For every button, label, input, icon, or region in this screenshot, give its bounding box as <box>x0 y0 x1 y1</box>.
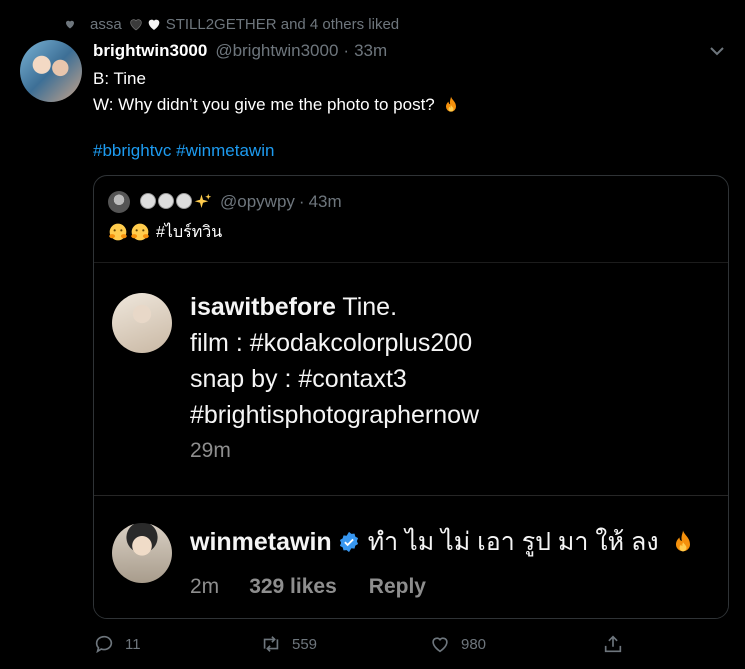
retweet-icon <box>263 636 279 652</box>
like-count: 980 <box>461 635 487 653</box>
ig-comment-likes: 329 likes <box>249 575 337 598</box>
author-avatar[interactable] <box>20 40 82 102</box>
ig-divider <box>94 495 728 496</box>
like-button[interactable]: 980 <box>429 632 486 656</box>
ig-comment-user: winmetawin <box>190 527 332 556</box>
ig-caption-time: 29m <box>190 439 231 462</box>
quoted-tweet-header: @opywpy · 43m <box>108 190 342 214</box>
ig-comment: winmetawin ทำ ไม ไม่ เอา รูป มา ให้ ลง <box>190 525 697 559</box>
chevron-down-icon[interactable] <box>709 45 725 57</box>
heart-emojis <box>128 16 162 32</box>
heart-icon <box>66 20 74 29</box>
tweet-timestamp[interactable]: 33m <box>354 41 387 61</box>
share-icon <box>604 635 622 653</box>
ig-comment-text: ทำ ไม ไม่ เอา รูป มา ให้ ลง <box>367 528 659 556</box>
verified-badge-icon <box>339 531 358 553</box>
author-display-name[interactable]: brightwin3000 <box>93 41 207 61</box>
ig-caption-user: isawitbefore <box>190 293 336 321</box>
ig-caption: isawitbefore Tine. film : #kodakcolorplu… <box>190 289 479 433</box>
tweet-header: brightwin3000 @brightwin3000 · 33m <box>93 40 387 62</box>
sparkles-icon <box>194 193 212 208</box>
fire-icon <box>445 96 456 112</box>
reply-icon <box>95 635 113 654</box>
quoted-media-screenshot[interactable]: isawitbefore Tine. film : #kodakcolorplu… <box>94 262 728 618</box>
quoted-timestamp[interactable]: 43m <box>309 192 342 212</box>
retweet-count: 559 <box>292 635 318 653</box>
hashtag-link[interactable]: #bbrightvc <box>93 141 171 160</box>
comment-avatar <box>112 523 172 583</box>
quoted-hashtag[interactable]: #ไบร์ทวิน <box>156 220 222 245</box>
ig-caption-first: Tine. <box>342 293 398 321</box>
face-emoji-icon <box>176 193 192 209</box>
retweet-button[interactable]: 559 <box>260 632 317 656</box>
white-heart-icon <box>148 19 160 30</box>
ig-caption-line-3: snap by : #contaxt3 <box>190 365 407 393</box>
ig-caption-line-4: #brightisphotographernow <box>190 401 480 429</box>
reply-count: 11 <box>125 635 141 653</box>
reply-button[interactable]: 11 <box>93 632 141 656</box>
social-context[interactable]: assa STILL2GETHER and 4 others liked <box>64 14 399 34</box>
ig-comment-meta: 2m 329 likes Reply <box>190 573 426 601</box>
like-icon <box>432 637 448 653</box>
hugging-face-icon <box>131 223 149 241</box>
liker-name: assa <box>90 15 122 33</box>
quoted-separator: · <box>298 192 305 211</box>
caption-avatar <box>112 293 172 353</box>
share-button[interactable] <box>602 632 634 656</box>
fire-icon <box>675 530 690 552</box>
face-emoji-icon <box>158 193 174 209</box>
tweet-actions: 11 559 980 <box>93 632 733 656</box>
tweet-line-2: W: Why didn’t you give me the photo to p… <box>93 95 435 114</box>
hashtag-link[interactable]: #winmetawin <box>176 141 274 160</box>
face-emoji-icon <box>140 193 156 209</box>
header-separator: · <box>343 41 350 60</box>
social-context-text: STILL2GETHER and 4 others liked <box>165 15 400 33</box>
author-handle[interactable]: @brightwin3000 <box>215 41 338 61</box>
tweet-body: B: Tine W: Why didn’t you give me the ph… <box>93 66 461 118</box>
quoted-author-handle[interactable]: @opywpy <box>220 192 295 212</box>
ig-comment-reply: Reply <box>368 575 426 598</box>
quoted-tweet-text: #ไบร์ทวิน <box>108 220 222 244</box>
tweet-line-2-row: W: Why didn’t you give me the photo to p… <box>93 92 461 118</box>
ig-comment-time: 2m <box>190 575 220 598</box>
quoted-tweet[interactable]: @opywpy · 43m #ไบร์ทวิน isawitbefore Tin… <box>93 175 729 619</box>
hugging-face-icon <box>109 223 127 241</box>
quoted-author-avatar[interactable] <box>108 191 130 213</box>
ig-caption-line-2: film : #kodakcolorplus200 <box>190 329 473 357</box>
black-heart-icon <box>130 19 142 31</box>
ig-caption-line-1: isawitbefore Tine. <box>190 289 479 325</box>
quoted-author-display-name[interactable] <box>140 193 212 211</box>
tweet-line-1: B: Tine <box>93 69 146 88</box>
tweet-hashtags: #bbrightvc #winmetawin <box>93 138 274 164</box>
